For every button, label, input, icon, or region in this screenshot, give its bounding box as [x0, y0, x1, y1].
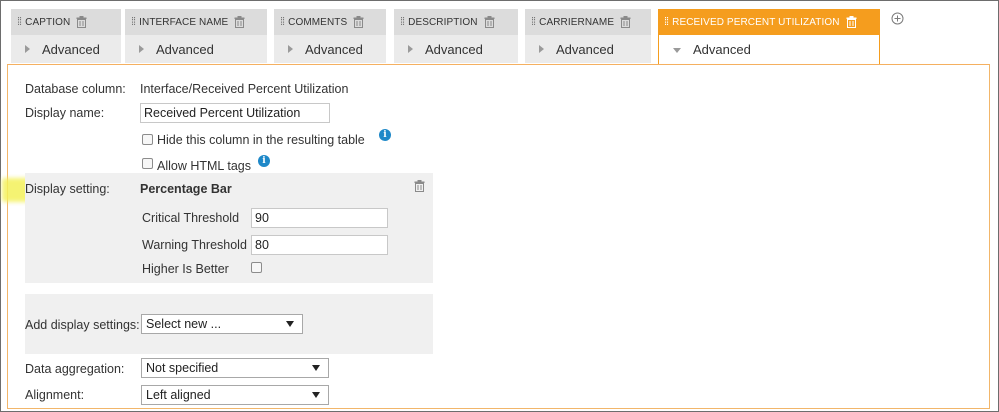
tab-sub-label: Advanced	[556, 41, 614, 57]
dropdown-arrow-icon	[312, 365, 320, 371]
tab-title: INTERFACE NAME	[139, 16, 229, 28]
tab-received-percent-utilization[interactable]: ⁞⁞ RECEIVED PERCENT UTILIZATION Advanced	[658, 9, 880, 65]
tab-sub-label: Advanced	[693, 42, 751, 57]
alignment-select[interactable]: Left aligned	[141, 385, 329, 405]
tab-header[interactable]: ⁞⁞ DESCRIPTION	[394, 9, 518, 35]
trash-icon[interactable]	[353, 16, 364, 28]
tab-carriername[interactable]: ⁞⁞ CARRIERNAME Advanced	[525, 9, 651, 63]
trash-icon[interactable]	[484, 16, 495, 28]
drag-handle-icon[interactable]: ⁞⁞	[531, 16, 536, 28]
dropdown-arrow-icon	[312, 392, 320, 398]
warning-threshold-label: Warning Threshold	[142, 238, 247, 252]
tab-sub-label: Advanced	[42, 41, 100, 57]
data-aggregation-label: Data aggregation:	[25, 362, 125, 376]
drag-handle-icon[interactable]: ⁞⁞	[131, 16, 136, 28]
tab-title: DESCRIPTION	[408, 16, 478, 28]
tab-advanced-toggle[interactable]: Advanced	[274, 35, 386, 63]
trash-icon[interactable]	[234, 16, 245, 28]
tab-caption[interactable]: ⁞⁞ CAPTION Advanced	[11, 9, 121, 63]
chevron-right-icon	[408, 45, 413, 53]
add-display-settings-select[interactable]: Select new ...	[141, 314, 303, 334]
chevron-right-icon	[25, 45, 30, 53]
database-column-label: Database column:	[25, 82, 126, 96]
display-setting-label: Display setting:	[25, 182, 110, 196]
display-setting-title: Percentage Bar	[140, 182, 232, 196]
trash-icon[interactable]	[76, 16, 87, 28]
info-icon[interactable]: i	[379, 129, 391, 141]
tab-advanced-toggle[interactable]: Advanced	[11, 35, 121, 63]
drag-handle-icon[interactable]: ⁞⁞	[280, 16, 285, 28]
chevron-down-icon	[673, 48, 681, 53]
add-column-icon[interactable]	[891, 12, 904, 25]
display-name-label: Display name:	[25, 106, 105, 120]
tab-advanced-toggle[interactable]: Advanced	[658, 35, 880, 65]
drag-handle-icon[interactable]: ⁞⁞	[664, 16, 669, 28]
tab-header[interactable]: ⁞⁞ INTERFACE NAME	[125, 9, 267, 35]
tab-sub-label: Advanced	[156, 41, 214, 57]
higher-is-better-label: Higher Is Better	[142, 262, 229, 276]
tab-sub-label: Advanced	[305, 41, 363, 57]
tab-title: CAPTION	[25, 16, 71, 28]
trash-icon[interactable]	[414, 180, 425, 192]
tab-advanced-toggle[interactable]: Advanced	[125, 35, 267, 63]
dropdown-arrow-icon	[286, 321, 294, 327]
warning-threshold-input[interactable]	[251, 235, 388, 255]
column-tabs-bar: ⁞⁞ CAPTION Advanced ⁞⁞ INTERFACE NAME Ad…	[1, 1, 998, 65]
drag-handle-icon[interactable]: ⁞⁞	[17, 16, 22, 28]
window-frame: ⁞⁞ CAPTION Advanced ⁞⁞ INTERFACE NAME Ad…	[0, 0, 999, 412]
select-value: Select new ...	[146, 317, 222, 331]
tab-interface-name[interactable]: ⁞⁞ INTERFACE NAME Advanced	[125, 9, 267, 63]
select-value: Left aligned	[146, 388, 211, 402]
info-icon[interactable]: i	[258, 155, 270, 167]
display-name-input[interactable]	[140, 103, 330, 123]
tab-header[interactable]: ⁞⁞ RECEIVED PERCENT UTILIZATION	[658, 9, 880, 35]
tab-sub-label: Advanced	[425, 41, 483, 57]
select-value: Not specified	[146, 361, 219, 375]
hide-column-label: Hide this column in the resulting table	[157, 133, 365, 147]
tab-title: CARRIERNAME	[539, 16, 615, 28]
add-display-settings-label: Add display settings:	[25, 318, 140, 332]
chevron-right-icon	[288, 45, 293, 53]
critical-threshold-input[interactable]	[251, 208, 388, 228]
tab-header[interactable]: ⁞⁞ CARRIERNAME	[525, 9, 651, 35]
critical-threshold-label: Critical Threshold	[142, 211, 240, 225]
tab-advanced-toggle[interactable]: Advanced	[394, 35, 518, 63]
higher-is-better-checkbox[interactable]	[251, 262, 262, 273]
tab-advanced-toggle[interactable]: Advanced	[525, 35, 651, 63]
trash-icon[interactable]	[620, 16, 631, 28]
column-settings-panel: Database column: Interface/Received Perc…	[2, 64, 990, 409]
data-aggregation-select[interactable]: Not specified	[141, 358, 329, 378]
drag-handle-icon[interactable]: ⁞⁞	[400, 16, 405, 28]
database-column-value: Interface/Received Percent Utilization	[140, 82, 349, 96]
tab-title: RECEIVED PERCENT UTILIZATION	[672, 16, 840, 28]
tab-header[interactable]: ⁞⁞ COMMENTS	[274, 9, 386, 35]
trash-icon[interactable]	[846, 16, 857, 28]
hide-column-checkbox[interactable]	[142, 134, 153, 145]
allow-html-checkbox[interactable]	[142, 158, 153, 169]
allow-html-label: Allow HTML tags	[157, 159, 252, 173]
tab-comments[interactable]: ⁞⁞ COMMENTS Advanced	[274, 9, 386, 63]
chevron-right-icon	[139, 45, 144, 53]
tab-header[interactable]: ⁞⁞ CAPTION	[11, 9, 121, 35]
tab-description[interactable]: ⁞⁞ DESCRIPTION Advanced	[394, 9, 518, 63]
tab-title: COMMENTS	[288, 16, 348, 28]
alignment-label: Alignment:	[25, 388, 85, 402]
chevron-right-icon	[539, 45, 544, 53]
